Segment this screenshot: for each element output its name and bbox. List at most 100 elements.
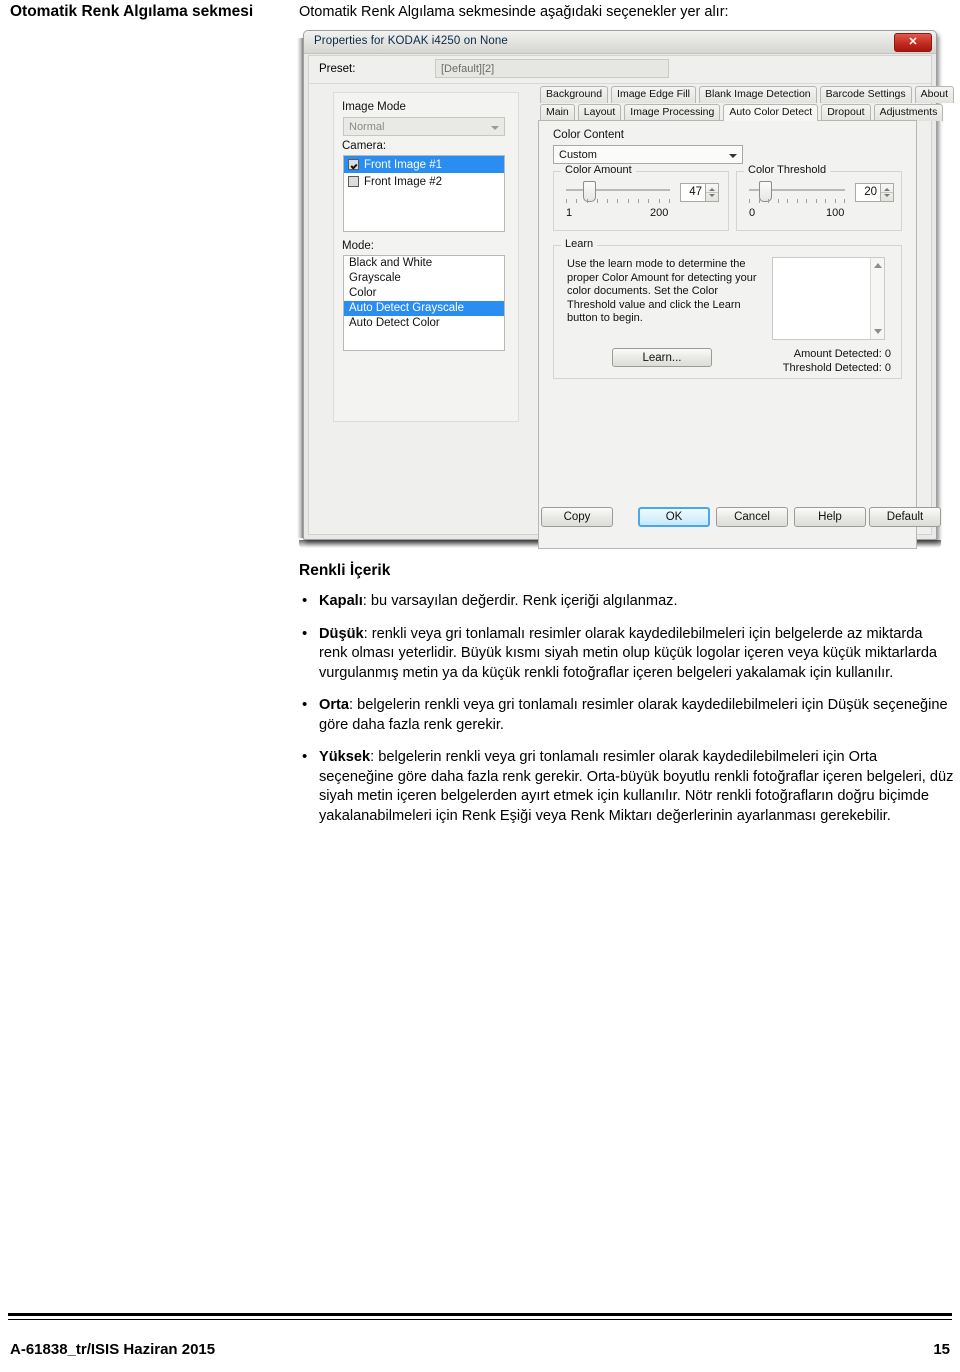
list-item[interactable]: Auto Detect Color <box>344 316 504 331</box>
chevron-down-icon <box>729 154 737 158</box>
color-threshold-max: 100 <box>826 207 845 219</box>
learn-scrollbar[interactable] <box>870 258 884 339</box>
dialog-button-row: Copy OK Cancel Help Default <box>313 507 941 529</box>
close-icon[interactable]: ✕ <box>894 33 932 52</box>
bullet-text: : belgelerin renkli veya gri tonlamalı r… <box>319 697 948 733</box>
amount-detected: Amount Detected: 0 <box>793 348 891 360</box>
list-item: Yüksek: belgelerin renkli veya gri tonla… <box>299 747 954 826</box>
color-content-combo-value: Custom <box>559 149 597 161</box>
cancel-button[interactable]: Cancel <box>716 507 788 527</box>
color-amount-max: 200 <box>650 207 669 219</box>
color-threshold-value: 20 <box>864 186 877 198</box>
color-threshold-label: Color Threshold <box>744 164 831 176</box>
color-amount-label: Color Amount <box>561 164 636 176</box>
ok-button[interactable]: OK <box>638 507 710 527</box>
preset-input[interactable]: [Default][2] <box>435 59 669 78</box>
color-amount-stepper[interactable] <box>705 183 719 202</box>
image-mode-combo[interactable]: Normal <box>343 117 505 136</box>
tab-background[interactable]: Background <box>540 86 609 103</box>
tab-dropout[interactable]: Dropout <box>821 104 871 121</box>
tab-adjustments[interactable]: Adjustments <box>873 104 944 121</box>
settings-pane: Background Image Edge Fill Blank Image D… <box>538 86 955 549</box>
color-amount-ticks <box>566 199 670 203</box>
default-button[interactable]: Default <box>869 507 941 527</box>
color-threshold-min: 0 <box>749 207 756 219</box>
list-item[interactable]: Front Image #1 <box>344 156 504 173</box>
tab-main[interactable]: Main <box>540 104 575 121</box>
dialog-body: Preset: [Default][2] Image Mode Normal C… <box>308 55 955 549</box>
color-content-combo[interactable]: Custom <box>553 145 743 164</box>
bullet-text: : bu varsayılan değerdir. Renk içeriği a… <box>362 593 678 609</box>
list-item[interactable]: Grayscale <box>344 271 504 286</box>
color-content-label: Color Content <box>553 129 624 141</box>
copy-button[interactable]: Copy <box>541 507 613 527</box>
dialog-titlebar: Properties for KODAK i4250 on None ✕ <box>304 31 936 54</box>
camera-label: Camera: <box>342 140 387 152</box>
tab-layout[interactable]: Layout <box>577 104 622 121</box>
image-mode-label: Image Mode <box>342 101 406 113</box>
list-item: Orta: belgelerin renkli veya gri tonlama… <box>299 695 954 735</box>
bullet-text: : belgelerin renkli veya gri tonlamalı r… <box>319 749 954 824</box>
bullet-list: Kapalı: bu varsayılan değerdir. Renk içe… <box>299 591 954 826</box>
tab-image-processing[interactable]: Image Processing <box>624 104 721 121</box>
mode-label: Mode: <box>342 240 374 252</box>
section-content: Renkli İçerik Kapalı: bu varsayılan değe… <box>299 562 954 839</box>
margin-heading: Otomatik Renk Algılama sekmesi <box>10 3 254 20</box>
section-heading: Renkli İçerik <box>299 562 391 579</box>
color-threshold-input[interactable]: 20 <box>855 183 894 202</box>
scroll-down-icon[interactable] <box>874 329 882 334</box>
page-number: 15 <box>933 1341 950 1358</box>
color-amount-group: Color Amount 1 200 47 <box>553 164 729 231</box>
threshold-detected: Threshold Detected: 0 <box>782 362 891 374</box>
tab-image-edge-fill[interactable]: Image Edge Fill <box>611 86 696 103</box>
learn-description: Use the learn mode to determine the prop… <box>567 258 757 324</box>
list-item[interactable]: Front Image #2 <box>344 173 504 190</box>
auto-color-detect-panel: Color Content Custom Color Amount 1 200 … <box>538 120 917 549</box>
learn-output-textarea[interactable] <box>772 257 885 340</box>
checkbox-unchecked-icon[interactable] <box>348 176 359 187</box>
color-amount-input[interactable]: 47 <box>680 183 719 202</box>
document-page: Otomatik Renk Algılama sekmesi Otomatik … <box>0 0 960 1372</box>
tab-row-primary: Main Layout Image Processing Auto Color … <box>540 104 944 121</box>
bullet-term: Yüksek <box>319 749 371 766</box>
list-item: Düşük: renkli veya gri tonlamalı resimle… <box>299 624 954 684</box>
learn-button[interactable]: Learn... <box>612 348 712 367</box>
dialog-title: Properties for KODAK i4250 on None <box>314 35 508 47</box>
color-amount-value: 47 <box>689 186 702 198</box>
page-footer: A-61838_tr/ISIS Haziran 2015 15 <box>10 1341 950 1358</box>
preset-label: Preset: <box>319 63 356 75</box>
image-mode-combo-value: Normal <box>349 121 385 133</box>
bullet-term: Orta <box>319 697 350 714</box>
color-amount-track[interactable] <box>566 189 670 191</box>
scroll-up-icon[interactable] <box>874 263 882 268</box>
camera-listbox[interactable]: Front Image #1 Front Image #2 <box>343 155 505 232</box>
tab-row-secondary: Background Image Edge Fill Blank Image D… <box>540 86 955 103</box>
tab-auto-color-detect[interactable]: Auto Color Detect <box>723 104 819 121</box>
learn-group: Learn Use the learn mode to determine th… <box>553 238 902 379</box>
tab-about[interactable]: About <box>914 86 955 103</box>
color-amount-min: 1 <box>566 207 573 219</box>
checkbox-checked-icon[interactable] <box>348 159 359 170</box>
color-threshold-ticks <box>749 199 845 203</box>
list-item[interactable]: Black and White <box>344 256 504 271</box>
preset-value: [Default][2] <box>441 63 495 75</box>
mode-listbox[interactable]: Black and White Grayscale Color Auto Det… <box>343 255 505 351</box>
list-item: Kapalı: bu varsayılan değerdir. Renk içe… <box>299 591 954 612</box>
color-threshold-stepper[interactable] <box>880 183 894 202</box>
camera-item-label: Front Image #1 <box>364 158 442 171</box>
intro-paragraph: Otomatik Renk Algılama sekmesinde aşağıd… <box>299 4 729 20</box>
tab-barcode-settings[interactable]: Barcode Settings <box>819 86 912 103</box>
color-threshold-group: Color Threshold 0 100 20 <box>736 164 902 231</box>
help-button[interactable]: Help <box>794 507 866 527</box>
screenshot-figure: Properties for KODAK i4250 on None ✕ Pre… <box>297 30 955 549</box>
bullet-term: Kapalı <box>319 593 363 609</box>
tab-blank-image-detection[interactable]: Blank Image Detection <box>699 86 817 103</box>
image-mode-pane: Image Mode Normal Camera: Front Image #1 <box>333 92 519 422</box>
camera-item-label: Front Image #2 <box>364 175 442 188</box>
properties-dialog: Properties for KODAK i4250 on None ✕ Pre… <box>303 30 955 549</box>
bullet-term: Düşük <box>319 625 364 642</box>
list-item[interactable]: Color <box>344 286 504 301</box>
list-item-selected[interactable]: Auto Detect Grayscale <box>344 301 504 316</box>
footer-doc-id: A-61838_tr/ISIS Haziran 2015 <box>10 1341 216 1358</box>
bullet-text: : renkli veya gri tonlamalı resimler ola… <box>319 625 938 681</box>
